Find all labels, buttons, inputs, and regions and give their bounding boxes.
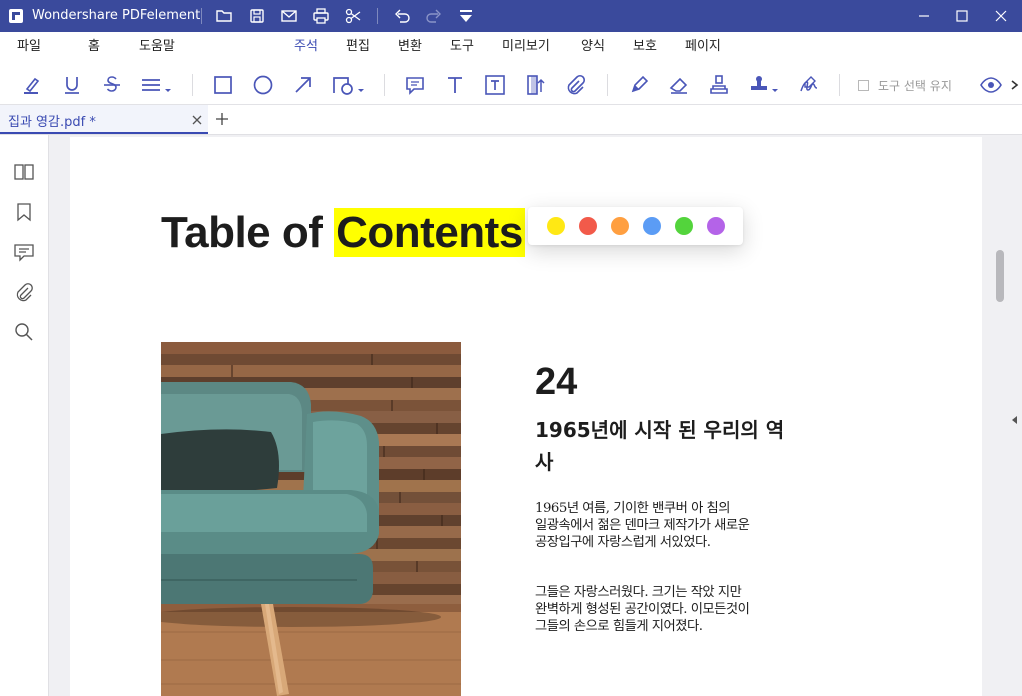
- search-icon[interactable]: [13, 321, 35, 343]
- text-align-icon[interactable]: [140, 73, 174, 97]
- comment-icon[interactable]: [403, 73, 427, 97]
- menu-comment[interactable]: 주석: [294, 39, 318, 55]
- minimize-icon[interactable]: [914, 6, 934, 26]
- redo-icon[interactable]: [424, 6, 444, 26]
- annotation-toolbar: 도구 선택 유지: [0, 64, 1022, 105]
- save-icon[interactable]: [247, 6, 267, 26]
- toolbar-divider: [839, 74, 840, 96]
- color-swatch-orange[interactable]: [611, 217, 629, 235]
- app-title: Wondershare PDFelement: [32, 8, 201, 23]
- document-tab-title: 집과 영감.pdf *: [8, 115, 96, 130]
- menu-view[interactable]: 미리보기: [502, 39, 550, 55]
- add-tab-icon[interactable]: [214, 111, 230, 127]
- menu-help[interactable]: 도움말: [139, 39, 175, 55]
- eye-icon[interactable]: [979, 73, 1003, 97]
- menu-bar: 파일 홈 도움말 주석 편집 변환 도구 미리보기 양식 보호 페이지: [0, 32, 1022, 94]
- attachments-icon[interactable]: [13, 281, 35, 303]
- menu-convert[interactable]: 변환: [398, 39, 422, 55]
- menu-page[interactable]: 페이지: [685, 39, 721, 55]
- color-swatch-yellow[interactable]: [547, 217, 565, 235]
- color-swatch-blue[interactable]: [643, 217, 661, 235]
- close-tab-icon[interactable]: [190, 112, 204, 126]
- highlight-icon[interactable]: [20, 73, 44, 97]
- callout-icon[interactable]: [523, 73, 547, 97]
- title-bar: Wondershare PDFelement: [0, 0, 1022, 32]
- signature-stamp-icon[interactable]: [747, 73, 781, 97]
- page-heading: Table of Contents: [161, 207, 525, 259]
- document-tab-bar: 집과 영감.pdf *: [0, 105, 1022, 135]
- section-heading: 1965년에 시작 된 우리의 역사: [535, 418, 785, 474]
- keep-tool-label: 도구 선택 유지: [878, 78, 952, 93]
- app-logo-icon: [8, 8, 24, 24]
- thumbnails-icon[interactable]: [13, 161, 35, 183]
- page-number: 24: [535, 361, 578, 403]
- maximize-icon[interactable]: [952, 6, 972, 26]
- color-swatch-purple[interactable]: [707, 217, 725, 235]
- arrow-icon[interactable]: [291, 73, 315, 97]
- sign-icon[interactable]: [797, 73, 821, 97]
- ellipse-icon[interactable]: [251, 73, 275, 97]
- chair-photo: [161, 342, 461, 696]
- text-icon[interactable]: [443, 73, 467, 97]
- cut-icon[interactable]: [343, 6, 363, 26]
- color-swatch-green[interactable]: [675, 217, 693, 235]
- menu-edit[interactable]: 편집: [346, 39, 370, 55]
- shape-icon[interactable]: [331, 73, 367, 97]
- titlebar-divider: [377, 8, 378, 24]
- print-icon[interactable]: [311, 6, 331, 26]
- toolbar-divider: [384, 74, 385, 96]
- body-paragraph-2: 그들은 자랑스러웠다. 크기는 작았 지만 완벽하게 형성된 공간이였다. 이모…: [535, 585, 750, 634]
- menu-protect[interactable]: 보호: [633, 39, 657, 55]
- heading-text: Table of: [161, 208, 335, 257]
- stamp-icon[interactable]: [707, 73, 731, 97]
- strikethrough-icon[interactable]: [100, 73, 124, 97]
- underline-icon[interactable]: [60, 73, 84, 97]
- left-sidebar: [0, 135, 49, 696]
- keep-tool-selected-option[interactable]: 도구 선택 유지: [858, 76, 952, 94]
- scrollbar-thumb[interactable]: [996, 250, 1004, 302]
- undo-icon[interactable]: [392, 6, 412, 26]
- bookmark-icon[interactable]: [13, 201, 35, 223]
- textbox-icon[interactable]: [483, 73, 507, 97]
- eraser-icon[interactable]: [667, 73, 691, 97]
- toolbar-divider: [607, 74, 608, 96]
- close-icon[interactable]: [991, 6, 1011, 26]
- keep-tool-checkbox[interactable]: [858, 79, 869, 91]
- menu-tools[interactable]: 도구: [450, 39, 474, 55]
- titlebar-divider: [201, 8, 202, 24]
- rectangle-icon[interactable]: [211, 73, 235, 97]
- open-folder-icon[interactable]: [214, 6, 234, 26]
- menu-form[interactable]: 양식: [581, 39, 605, 55]
- pencil-icon[interactable]: [627, 73, 651, 97]
- customize-icon[interactable]: [456, 6, 476, 26]
- document-tab[interactable]: 집과 영감.pdf *: [0, 105, 208, 134]
- menu-file[interactable]: 파일: [17, 39, 41, 55]
- expand-right-panel-icon[interactable]: [1011, 410, 1019, 424]
- menu-home[interactable]: 홈: [88, 39, 100, 55]
- comments-icon[interactable]: [13, 241, 35, 263]
- body-paragraph-1: 1965년 여름, 기이한 밴쿠버 아 침의 일광속에서 젊은 덴마크 제작가가…: [535, 501, 750, 550]
- attachment-icon[interactable]: [563, 73, 587, 97]
- highlight-color-picker: [528, 207, 743, 245]
- vertical-scrollbar[interactable]: [988, 135, 1008, 696]
- mail-icon[interactable]: [279, 6, 299, 26]
- toolbar-more-icon[interactable]: [1008, 73, 1022, 97]
- toolbar-divider: [192, 74, 193, 96]
- highlighted-text[interactable]: Contents: [334, 208, 525, 257]
- color-swatch-red[interactable]: [579, 217, 597, 235]
